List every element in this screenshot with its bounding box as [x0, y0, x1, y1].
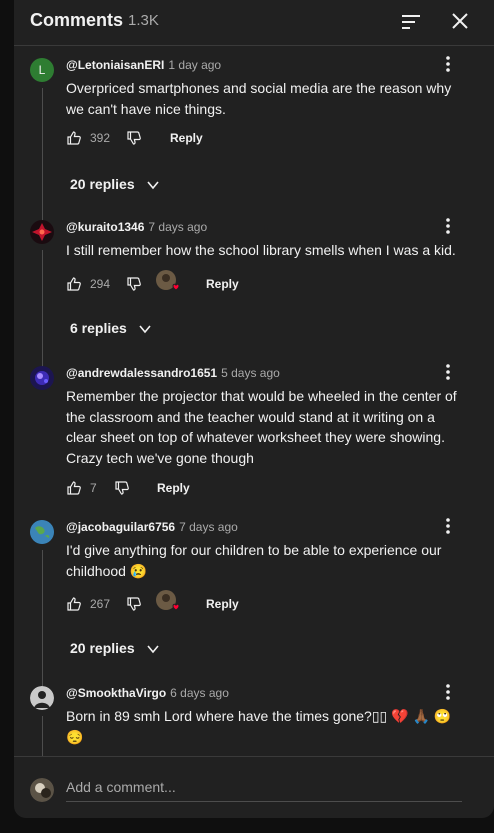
chevron-down-icon: [146, 645, 159, 654]
comment-meta: @kuraito1346 7 days ago: [66, 220, 207, 234]
like-count: 7: [90, 481, 97, 495]
avatar[interactable]: [30, 520, 54, 544]
chevron-down-icon: [146, 181, 159, 190]
comment-author[interactable]: @LetoniaisanERI: [66, 58, 164, 72]
comments-list[interactable]: L @LetoniaisanERI 1 day ago Overpriced sm…: [14, 46, 494, 756]
like-count: 294: [90, 277, 111, 291]
thread-line: [42, 716, 53, 756]
comments-count: 1.3K: [128, 12, 159, 29]
comments-panel: Comments 1.3K L @LetoniaisanERI 1 day ago…: [14, 0, 494, 818]
reply-button[interactable]: Reply: [170, 131, 203, 145]
comment-meta: @jacobaguilar6756 7 days ago: [66, 520, 238, 534]
comment-time[interactable]: 1 day ago: [168, 58, 221, 72]
comment-author[interactable]: @kuraito1346: [66, 220, 144, 234]
comment-actions: 267 Reply: [66, 590, 466, 618]
add-comment-placeholder: Add a comment...: [66, 779, 176, 795]
close-icon[interactable]: [448, 9, 472, 33]
more-options-icon[interactable]: [438, 54, 458, 74]
comments-header: Comments 1.3K: [14, 0, 494, 46]
comment-time[interactable]: 5 days ago: [221, 366, 280, 380]
like-count: 392: [90, 131, 111, 145]
comment-author[interactable]: @andrewdalessandro1651: [66, 366, 217, 380]
reply-button[interactable]: Reply: [157, 481, 190, 495]
comment-meta: @SmookthaVirgo 6 days ago: [66, 686, 229, 700]
chevron-down-icon: [139, 325, 151, 334]
avatar[interactable]: L: [30, 58, 54, 82]
avatar[interactable]: [30, 686, 54, 710]
sort-icon[interactable]: [399, 10, 423, 34]
comments-title: Comments: [30, 10, 124, 30]
dislike-icon[interactable]: [126, 130, 142, 146]
add-comment-input[interactable]: Add a comment...: [66, 775, 462, 802]
comment-actions: 7 Reply: [66, 478, 466, 502]
comment-composer: Add a comment...: [14, 756, 494, 818]
comment-text: I still remember how the school library …: [66, 242, 456, 258]
view-replies-button[interactable]: 20 replies: [70, 176, 161, 193]
dislike-icon[interactable]: [126, 596, 142, 612]
like-icon[interactable]: [66, 596, 82, 612]
creator-heart-icon: [156, 270, 180, 291]
thread-line: [42, 550, 53, 697]
comment-actions: 294 Reply: [66, 270, 466, 298]
view-replies-button[interactable]: 6 replies: [70, 320, 153, 337]
dislike-icon[interactable]: [114, 480, 130, 496]
comment-author[interactable]: @SmookthaVirgo: [66, 686, 166, 700]
comment-text: I'd give anything for our children to be…: [66, 542, 442, 579]
dislike-icon[interactable]: [126, 276, 142, 292]
more-options-icon[interactable]: [438, 682, 458, 702]
comment-text: Remember the projector that would be whe…: [66, 388, 457, 466]
comment-text: Born in 89 smh Lord where have the times…: [66, 708, 452, 745]
like-icon[interactable]: [66, 130, 82, 146]
comment-meta: @LetoniaisanERI 1 day ago: [66, 58, 221, 72]
more-options-icon[interactable]: [438, 216, 458, 236]
comment-time[interactable]: 6 days ago: [170, 686, 229, 700]
comment-actions: 392 Reply: [66, 128, 466, 152]
thread-line: [42, 250, 53, 377]
replies-label: 20 replies: [70, 176, 135, 192]
comment-time[interactable]: 7 days ago: [179, 520, 238, 534]
thread-line: [42, 88, 53, 231]
creator-heart-icon: [156, 590, 180, 611]
view-replies-button[interactable]: 20 replies: [70, 640, 161, 657]
reply-button[interactable]: Reply: [206, 597, 239, 611]
like-count: 267: [90, 597, 111, 611]
comment-time[interactable]: 7 days ago: [148, 220, 207, 234]
more-options-icon[interactable]: [438, 362, 458, 382]
like-icon[interactable]: [66, 276, 82, 292]
like-icon[interactable]: [66, 480, 82, 496]
comment-text: Overpriced smartphones and social media …: [66, 80, 452, 117]
replies-label: 6 replies: [70, 320, 127, 336]
comment-author[interactable]: @jacobaguilar6756: [66, 520, 175, 534]
replies-label: 20 replies: [70, 640, 135, 656]
avatar[interactable]: [30, 366, 54, 390]
reply-button[interactable]: Reply: [206, 277, 239, 291]
user-avatar: [30, 778, 54, 802]
avatar-initial: L: [38, 63, 46, 77]
more-options-icon[interactable]: [438, 516, 458, 536]
avatar[interactable]: [30, 220, 54, 244]
comment-meta: @andrewdalessandro1651 5 days ago: [66, 366, 280, 380]
